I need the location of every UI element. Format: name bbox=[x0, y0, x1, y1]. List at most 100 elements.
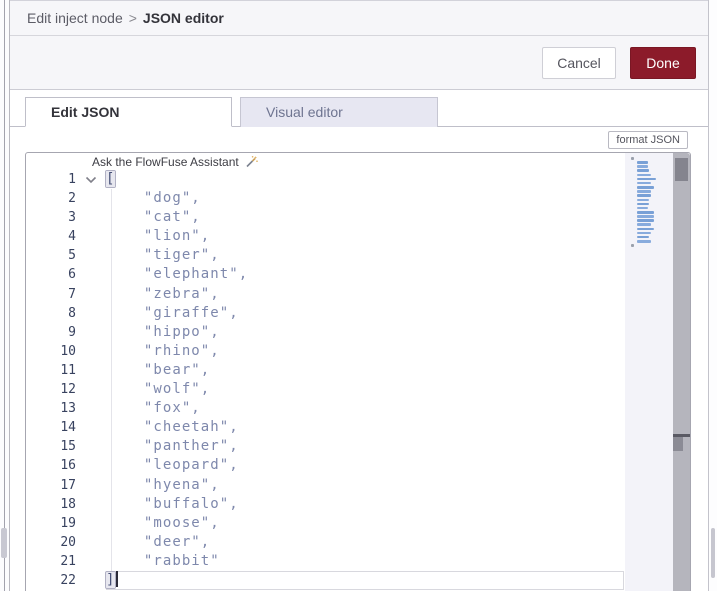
minimap-line-mark bbox=[637, 198, 650, 202]
fold-zone bbox=[76, 514, 106, 533]
minimap-line-mark bbox=[637, 240, 651, 243]
chevron-down-icon bbox=[85, 176, 97, 184]
editor-scrollbar-thumb[interactable] bbox=[675, 158, 688, 181]
code-line: 15 "panther", bbox=[26, 437, 625, 456]
line-number: 16 bbox=[60, 458, 76, 474]
json-editor-dialog: Edit inject node > JSON editor Cancel Do… bbox=[0, 0, 717, 591]
cancel-button[interactable]: Cancel bbox=[542, 46, 616, 79]
code-line: 13 "fox", bbox=[26, 399, 625, 418]
code-text: "hyena", bbox=[106, 476, 220, 493]
code-line: 16 "leopard", bbox=[26, 456, 625, 475]
code-text: "fox", bbox=[106, 400, 201, 417]
line-number: 7 bbox=[68, 286, 76, 302]
line-number: 12 bbox=[60, 382, 76, 398]
code-line: 2 "dog", bbox=[26, 189, 625, 208]
line-number: 17 bbox=[60, 477, 76, 493]
minimap-line-mark bbox=[637, 231, 651, 235]
code-line: 21 "rabbit" bbox=[26, 552, 625, 571]
code-text: "bear", bbox=[106, 361, 211, 378]
code-text: "hippo", bbox=[106, 323, 220, 340]
line-number: 9 bbox=[68, 324, 76, 340]
code-text: "buffalo", bbox=[106, 495, 239, 512]
code-text: "cheetah", bbox=[106, 419, 239, 436]
minimap-line-mark bbox=[637, 177, 657, 181]
fold-zone bbox=[76, 437, 106, 456]
minimap-line-mark bbox=[637, 206, 648, 210]
text-cursor bbox=[116, 570, 119, 587]
code-text: "lion", bbox=[106, 228, 211, 245]
code-text: "moose", bbox=[106, 514, 220, 531]
fold-toggle[interactable] bbox=[76, 170, 106, 189]
line-number: 13 bbox=[60, 401, 76, 417]
breadcrumb-section[interactable]: Edit inject node bbox=[27, 10, 123, 26]
line-number: 19 bbox=[60, 515, 76, 531]
code-line: 4 "lion", bbox=[26, 227, 625, 246]
line-number: 2 bbox=[68, 191, 76, 207]
fold-zone bbox=[76, 456, 106, 475]
fold-zone bbox=[76, 342, 106, 361]
bracket-match-highlight: ] bbox=[106, 571, 116, 588]
current-line-highlight bbox=[106, 570, 624, 591]
minimap-line-mark bbox=[637, 223, 651, 226]
code-line: 17 "hyena", bbox=[26, 476, 625, 495]
line-number: 14 bbox=[60, 420, 76, 436]
line-number: 20 bbox=[60, 534, 76, 550]
code-text: "dog", bbox=[106, 190, 201, 207]
code-text: "leopard", bbox=[106, 457, 239, 474]
done-button[interactable]: Done bbox=[630, 46, 696, 79]
breadcrumb: Edit inject node > JSON editor bbox=[10, 0, 708, 36]
action-bar: Cancel Done bbox=[10, 36, 708, 90]
fold-zone bbox=[76, 418, 106, 437]
code-lines: 1[2 "dog", 3 "cat", 4 "lion", 5 "tiger", 6 "… bbox=[26, 170, 625, 591]
assistant-prompt[interactable]: Ask the FlowFuse Assistant bbox=[92, 154, 258, 170]
code-text: "giraffe", bbox=[106, 304, 239, 321]
line-number: 11 bbox=[60, 362, 76, 378]
json-code-editor[interactable]: Ask the FlowFuse Assistant 1[2 "dog", 3 "… bbox=[25, 152, 691, 591]
line-number: 5 bbox=[68, 248, 76, 264]
bracket-match-highlight: [ bbox=[106, 171, 116, 187]
minimap-line-mark bbox=[637, 194, 651, 197]
fold-zone bbox=[76, 361, 106, 380]
minimap-line-mark bbox=[637, 186, 655, 189]
code-line: 22] bbox=[26, 570, 625, 591]
page-left-scrollbar[interactable] bbox=[0, 0, 10, 591]
fold-zone bbox=[76, 533, 106, 552]
editor-scrollbar[interactable] bbox=[673, 153, 690, 591]
page-left-scrollbar-thumb[interactable] bbox=[1, 528, 7, 558]
minimap-line-mark bbox=[637, 210, 655, 214]
format-json-button[interactable]: format JSON bbox=[608, 131, 688, 149]
minimap-line-mark bbox=[637, 190, 651, 193]
tab-visual-editor[interactable]: Visual editor bbox=[240, 97, 438, 127]
fold-zone bbox=[76, 227, 106, 246]
minimap-line-mark bbox=[631, 157, 634, 160]
page-title: JSON editor bbox=[142, 10, 224, 26]
fold-zone bbox=[76, 571, 106, 590]
minimap-line-mark bbox=[637, 219, 655, 222]
tab-edit-json[interactable]: Edit JSON bbox=[25, 97, 232, 127]
minimap[interactable] bbox=[625, 153, 673, 591]
code-text: "wolf", bbox=[106, 381, 211, 398]
page-right-scrollbar[interactable] bbox=[708, 0, 717, 591]
code-text: ] bbox=[106, 570, 119, 590]
minimap-line-mark bbox=[637, 202, 650, 206]
fold-zone bbox=[76, 476, 106, 495]
fold-zone bbox=[76, 189, 106, 208]
code-text: "rabbit" bbox=[106, 552, 220, 569]
code-area[interactable]: 1[2 "dog", 3 "cat", 4 "lion", 5 "tiger", 6 "… bbox=[26, 170, 625, 591]
line-number: 10 bbox=[60, 343, 76, 359]
format-row: format JSON bbox=[10, 127, 708, 149]
code-line: 8 "giraffe", bbox=[26, 304, 625, 323]
fold-zone bbox=[76, 495, 106, 514]
code-text: "cat", bbox=[106, 209, 201, 226]
line-number: 22 bbox=[60, 572, 76, 588]
page-right-scrollbar-thumb[interactable] bbox=[711, 528, 715, 578]
code-line: 11 "bear", bbox=[26, 361, 625, 380]
line-number: 18 bbox=[60, 496, 76, 512]
minimap-line-mark bbox=[637, 227, 655, 231]
line-number: 21 bbox=[60, 553, 76, 569]
code-text: "panther", bbox=[106, 438, 239, 455]
line-number: 4 bbox=[68, 229, 76, 245]
line-number: 3 bbox=[68, 210, 76, 226]
fold-zone bbox=[76, 552, 106, 571]
fold-zone bbox=[76, 265, 106, 284]
